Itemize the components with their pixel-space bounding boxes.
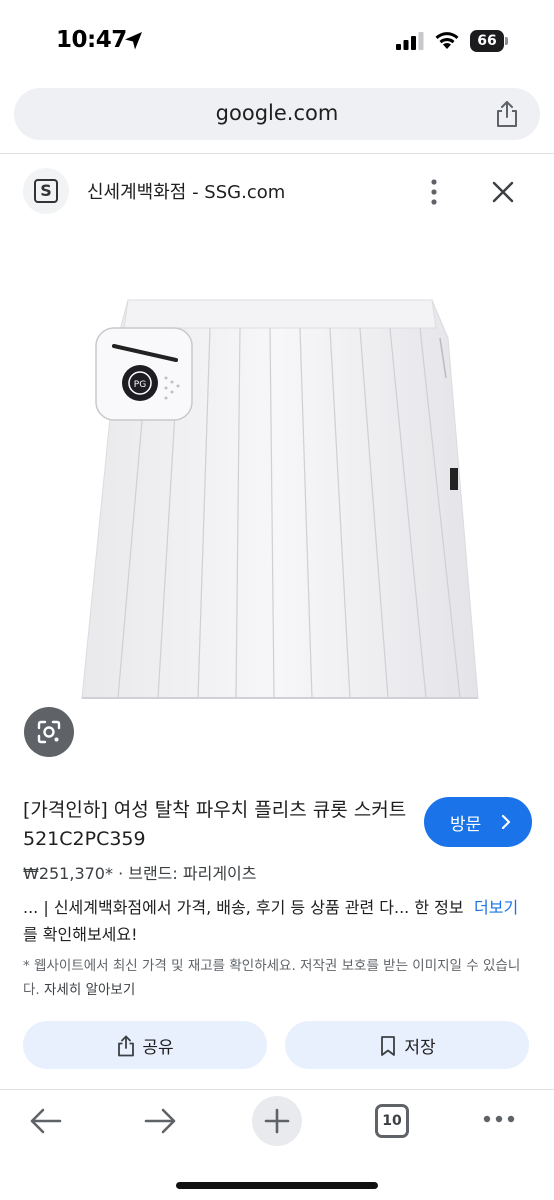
share-label: 공유 — [142, 1038, 174, 1058]
product-image[interactable]: PG — [0, 228, 554, 768]
share-icon[interactable] — [494, 100, 520, 128]
product-title[interactable]: [가격인하] 여성 탈착 파우치 플리츠 큐롯 스커트 521C2PC359 — [23, 796, 413, 854]
more-vertical-icon[interactable] — [424, 178, 444, 206]
pouch-detail: PG — [95, 327, 193, 421]
product-meta: ₩251,370* · 브랜드: 파리게이츠 — [23, 864, 257, 883]
back-arrow-icon[interactable] — [28, 1106, 64, 1136]
product-description: ... | 신세계백화점에서 가격, 배송, 후기 등 상품 관련 다... 한… — [23, 898, 464, 944]
plus-icon — [264, 1108, 290, 1134]
share-icon — [118, 1035, 135, 1056]
battery-level: 66 — [470, 30, 504, 52]
site-title[interactable]: 신세계백화점 - SSG.com — [87, 178, 285, 204]
visit-button[interactable]: 방문 — [424, 797, 532, 847]
more-horizontal-icon[interactable] — [482, 1112, 516, 1126]
disclaimer: * 웹사이트에서 최신 가격 및 재고를 확인하세요. 저작권 보호를 받는 이… — [23, 954, 533, 1002]
tabs-button[interactable]: 10 — [375, 1104, 409, 1138]
wifi-icon — [435, 32, 459, 49]
more-link[interactable]: 더보기 — [474, 894, 534, 921]
chevron-right-icon — [501, 814, 511, 830]
home-indicator — [176, 1182, 378, 1189]
lens-button[interactable] — [24, 707, 74, 757]
close-icon[interactable] — [490, 179, 516, 205]
forward-arrow-icon[interactable] — [142, 1106, 178, 1136]
lens-icon — [37, 720, 61, 744]
cellular-signal-icon — [396, 32, 424, 50]
battery-indicator: 66 — [470, 30, 508, 52]
location-arrow-icon — [125, 32, 142, 50]
status-time: 10:47 — [56, 27, 127, 53]
visit-label: 방문 — [450, 815, 482, 835]
status-bar: 10:47 66 — [0, 0, 554, 80]
svg-text:PG: PG — [134, 380, 146, 390]
save-button[interactable]: 저장 — [285, 1021, 529, 1069]
url-text[interactable]: google.com — [14, 101, 540, 125]
site-favicon[interactable]: S — [23, 168, 69, 214]
battery-tip — [505, 37, 508, 45]
url-bar[interactable]: google.com — [14, 88, 540, 140]
new-tab-button[interactable] — [252, 1096, 302, 1146]
divider — [0, 153, 554, 154]
bottom-nav: 10 — [0, 1090, 554, 1200]
save-label: 저장 — [404, 1038, 436, 1058]
site-header: S 신세계백화점 - SSG.com — [0, 160, 554, 220]
share-button[interactable]: 공유 — [23, 1021, 267, 1069]
favicon-letter: S — [34, 179, 58, 203]
learn-more-link[interactable]: 자세히 알아보기 — [44, 982, 135, 998]
bookmark-icon — [381, 1035, 396, 1056]
